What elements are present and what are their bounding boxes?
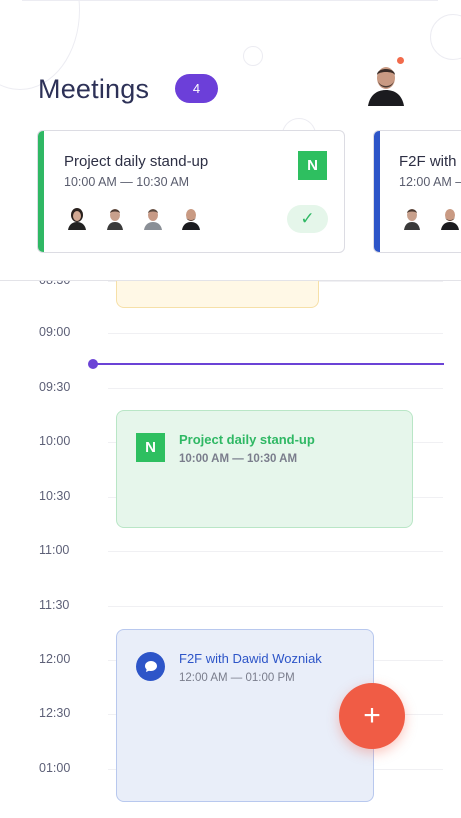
time-label: 10:30 xyxy=(39,489,71,503)
time-label: 11:00 xyxy=(39,543,70,557)
card-accent-strip xyxy=(374,131,380,252)
time-row: 09:30 xyxy=(0,380,461,400)
time-row: 11:30 xyxy=(0,598,461,618)
event-time: 12:00 AM — 01:00 PM xyxy=(179,672,295,684)
divider xyxy=(22,0,438,1)
chat-icon xyxy=(136,652,165,681)
card-title: F2F with Dawid Wozniak xyxy=(399,153,461,170)
attendee-avatars xyxy=(64,204,204,230)
time-row: 09:00 xyxy=(0,325,461,345)
notion-icon: N xyxy=(136,433,165,462)
time-row: 11:00 xyxy=(0,543,461,563)
attendee-avatar xyxy=(144,209,162,230)
attendee-avatar xyxy=(107,209,123,230)
card-title: Project daily stand-up xyxy=(64,153,209,170)
add-meeting-button[interactable]: + xyxy=(339,683,405,749)
grid-line xyxy=(108,333,443,334)
event-title: Project daily stand-up xyxy=(179,432,315,447)
time-label: 01:00 xyxy=(39,761,71,775)
grid-line xyxy=(108,551,443,552)
notion-icon: N xyxy=(298,151,327,180)
card-time: 12:00 AM — 01:00 PM xyxy=(399,175,461,189)
time-label: 12:30 xyxy=(39,706,71,720)
meeting-card-standup[interactable]: Project daily stand-up 10:00 AM — 10:30 … xyxy=(37,130,345,253)
decorative-circle xyxy=(430,14,461,60)
page-title: Meetings xyxy=(38,74,150,104)
event-time: 10:00 AM — 10:30 AM xyxy=(179,453,298,465)
event-block-standup[interactable]: N Project daily stand-up 10:00 AM — 10:3… xyxy=(116,410,413,528)
attendee-avatar xyxy=(68,208,86,230)
meeting-count-badge: 4 xyxy=(175,74,218,103)
time-label: 12:00 xyxy=(39,652,71,666)
attendee-avatar xyxy=(441,209,459,230)
event-title: F2F with Dawid Wozniak xyxy=(179,651,322,666)
meeting-card-f2f[interactable]: F2F with Dawid Wozniak 12:00 AM — 01:00 … xyxy=(373,130,461,253)
event-block-f2f[interactable]: F2F with Dawid Wozniak 12:00 AM — 01:00 … xyxy=(116,629,374,802)
time-label: 11:30 xyxy=(39,598,70,612)
meetings-header: Meetings 4 Project daily stand-up 10:00 … xyxy=(0,0,461,281)
decorative-circle xyxy=(243,46,263,66)
attendee-avatars xyxy=(399,204,461,230)
attendee-avatar xyxy=(404,209,420,230)
time-label: 10:00 xyxy=(39,434,71,448)
time-label: 09:00 xyxy=(39,325,71,339)
grid-line xyxy=(108,388,443,389)
time-label: 09:30 xyxy=(39,380,71,394)
grid-line xyxy=(108,606,443,607)
done-check-button[interactable]: ✓ xyxy=(287,205,328,233)
current-time-line xyxy=(92,363,444,365)
notification-dot xyxy=(395,55,406,66)
current-time-dot xyxy=(88,359,98,369)
card-time: 10:00 AM — 10:30 AM xyxy=(64,175,190,189)
attendee-avatar xyxy=(182,209,200,230)
card-accent-strip xyxy=(38,131,44,252)
